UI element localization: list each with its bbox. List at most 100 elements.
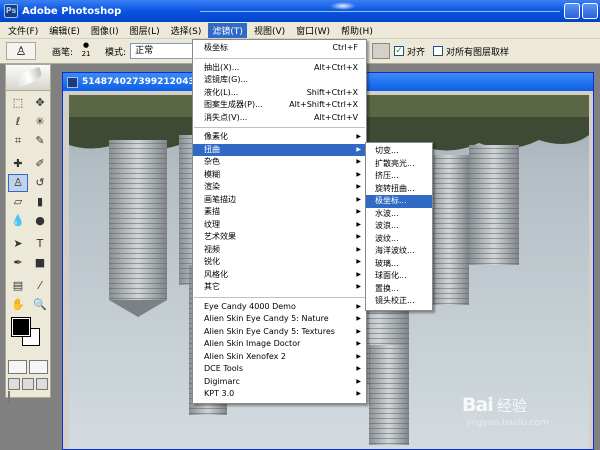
pinch-item[interactable]: 挤压... bbox=[366, 170, 432, 183]
menu-window[interactable]: 窗口(W) bbox=[292, 23, 334, 38]
menu-edit[interactable]: 编辑(E) bbox=[45, 23, 84, 38]
crop-tool-icon[interactable]: ⌗ bbox=[8, 132, 28, 150]
other-submenu-item[interactable]: 其它 ▶ bbox=[193, 281, 366, 294]
polar-coordinates-item[interactable]: 极坐标... bbox=[366, 195, 432, 208]
clone-stamp-tool-icon[interactable]: ♙ bbox=[8, 174, 28, 192]
last-filter-item[interactable]: 极坐标 Ctrl+F bbox=[193, 42, 366, 55]
menu-item-label: 扭曲 bbox=[204, 144, 220, 154]
menu-filter[interactable]: 滤镜(T) bbox=[208, 22, 247, 38]
sketch-submenu-item[interactable]: 素描 ▶ bbox=[193, 206, 366, 219]
eye-candy-textures-submenu-item[interactable]: Alien Skin Eye Candy 5: Textures ▶ bbox=[193, 326, 366, 339]
submenu-arrow-icon: ▶ bbox=[356, 195, 361, 203]
magic-wand-tool-icon[interactable]: ✳ bbox=[30, 113, 50, 131]
menu-item-label: KPT 3.0 bbox=[204, 389, 235, 398]
blur-tool-icon[interactable]: 💧 bbox=[8, 212, 28, 230]
aligned-checkbox[interactable]: ✓ bbox=[394, 46, 404, 56]
eraser-tool-icon[interactable]: ▱ bbox=[8, 193, 28, 211]
shear-item[interactable]: 切变... bbox=[366, 145, 432, 158]
noise-submenu-item[interactable]: 杂色 ▶ bbox=[193, 156, 366, 169]
slice-tool-icon[interactable]: ✎ bbox=[30, 132, 50, 150]
spherize-item[interactable]: 球面化... bbox=[366, 270, 432, 283]
quick-mask-mode-button[interactable] bbox=[29, 360, 48, 374]
shape-tool-icon[interactable]: ■ bbox=[30, 254, 50, 272]
airbrush-toggle-button[interactable] bbox=[372, 43, 390, 59]
edit-mode-row bbox=[6, 358, 50, 376]
dce-tools-submenu-item[interactable]: DCE Tools ▶ bbox=[193, 363, 366, 376]
pixelate-submenu-item[interactable]: 像素化 ▶ bbox=[193, 131, 366, 144]
brush-picker[interactable]: ● 21 bbox=[77, 41, 95, 61]
menu-help[interactable]: 帮助(H) bbox=[337, 23, 377, 38]
menu-view[interactable]: 视图(V) bbox=[250, 23, 289, 38]
submenu-arrow-icon: ▶ bbox=[356, 233, 361, 240]
ocean-ripple-item[interactable]: 海洋波纹... bbox=[366, 245, 432, 258]
standard-screen-mode-button[interactable] bbox=[8, 378, 20, 390]
eye-candy-nature-submenu-item[interactable]: Alien Skin Eye Candy 5: Nature ▶ bbox=[193, 313, 366, 326]
ripple-item[interactable]: 波纹... bbox=[366, 233, 432, 246]
menu-image[interactable]: 图像(I) bbox=[87, 23, 123, 38]
gradient-tool-icon[interactable]: ▮ bbox=[30, 193, 50, 211]
standard-mode-button[interactable] bbox=[8, 360, 27, 374]
texture-submenu-item[interactable]: 纹理 ▶ bbox=[193, 219, 366, 232]
eyedropper-tool-icon[interactable]: ⁄ bbox=[30, 277, 50, 295]
menu-item-label: 模糊 bbox=[204, 169, 220, 179]
brush-size: 21 bbox=[81, 50, 91, 58]
type-tool-icon[interactable]: T bbox=[30, 235, 50, 253]
zigzag-item[interactable]: 水波... bbox=[366, 208, 432, 221]
jump-to-imageready-button[interactable] bbox=[8, 391, 10, 403]
move-tool-icon[interactable]: ✥ bbox=[30, 94, 50, 112]
history-brush-tool-icon[interactable]: ↺ bbox=[30, 174, 50, 192]
menu-item-label: 视频 bbox=[204, 244, 220, 254]
image-doctor-submenu-item[interactable]: Alien Skin Image Doctor ▶ bbox=[193, 338, 366, 351]
render-submenu-item[interactable]: 渲染 ▶ bbox=[193, 181, 366, 194]
maximize-button[interactable] bbox=[582, 3, 598, 19]
pen-tool-icon[interactable]: ✒ bbox=[8, 254, 28, 272]
dodge-tool-icon[interactable]: ● bbox=[30, 212, 50, 230]
marquee-tool-icon[interactable]: ⬚ bbox=[8, 94, 28, 112]
tool-preset-picker[interactable]: ♙ bbox=[6, 42, 36, 60]
hand-tool-icon[interactable]: ✋ bbox=[8, 296, 28, 314]
brush-label: 画笔: bbox=[52, 47, 74, 58]
sample-all-layers-checkbox[interactable] bbox=[433, 46, 444, 56]
color-swatches bbox=[8, 317, 48, 350]
twirl-item[interactable]: 旋转扭曲... bbox=[366, 183, 432, 196]
distort-submenu-item[interactable]: 扭曲 ▶ bbox=[193, 143, 366, 156]
full-screen-mode-button[interactable] bbox=[36, 378, 48, 390]
liquify-item[interactable]: 液化(L)... Shift+Ctrl+X bbox=[193, 87, 366, 100]
foreground-color-swatch[interactable] bbox=[11, 317, 31, 337]
eye-candy-4000-submenu-item[interactable]: Eye Candy 4000 Demo ▶ bbox=[193, 301, 366, 314]
stylize-submenu-item[interactable]: 风格化 ▶ bbox=[193, 269, 366, 282]
artistic-submenu-item[interactable]: 艺术效果 ▶ bbox=[193, 231, 366, 244]
menu-layer[interactable]: 图层(L) bbox=[126, 23, 164, 38]
glass-item[interactable]: 玻璃... bbox=[366, 258, 432, 271]
diffuse-glow-item[interactable]: 扩散亮光... bbox=[366, 158, 432, 171]
digimarc-submenu-item[interactable]: Digimarc ▶ bbox=[193, 376, 366, 389]
menu-select[interactable]: 选择(S) bbox=[167, 23, 206, 38]
wave-item[interactable]: 波浪... bbox=[366, 220, 432, 233]
healing-brush-tool-icon[interactable]: ✚ bbox=[8, 155, 28, 173]
minimize-button[interactable] bbox=[564, 3, 580, 19]
zoom-tool-icon[interactable]: 🔍 bbox=[30, 296, 50, 314]
aligned-label: 对齐 bbox=[407, 47, 426, 58]
xenofex-submenu-item[interactable]: Alien Skin Xenofex 2 ▶ bbox=[193, 351, 366, 364]
brush-tool-icon[interactable]: ✐ bbox=[30, 155, 50, 173]
path-selection-tool-icon[interactable]: ➤ bbox=[8, 235, 28, 253]
submenu-arrow-icon: ▶ bbox=[356, 365, 361, 372]
pattern-maker-item[interactable]: 图案生成器(P)... Alt+Shift+Ctrl+X bbox=[193, 99, 366, 112]
tool-separator bbox=[8, 151, 50, 154]
displace-item[interactable]: 置换... bbox=[366, 283, 432, 296]
menu-item-label: Digimarc bbox=[204, 376, 240, 386]
brush-strokes-submenu-item[interactable]: 画笔描边 ▶ bbox=[193, 194, 366, 207]
filter-gallery-item[interactable]: 滤镜库(G)... bbox=[193, 74, 366, 87]
blur-submenu-item[interactable]: 模糊 ▶ bbox=[193, 169, 366, 182]
lens-correction-item[interactable]: 镜头校正... bbox=[366, 295, 432, 308]
notes-tool-icon[interactable]: ▤ bbox=[8, 277, 28, 295]
vanishing-point-item[interactable]: 消失点(V)... Alt+Ctrl+V bbox=[193, 112, 366, 125]
kpt-submenu-item[interactable]: KPT 3.0 ▶ bbox=[193, 388, 366, 401]
full-screen-menu-mode-button[interactable] bbox=[22, 378, 34, 390]
menu-file[interactable]: 文件(F) bbox=[4, 23, 42, 38]
video-submenu-item[interactable]: 视频 ▶ bbox=[193, 244, 366, 257]
sharpen-submenu-item[interactable]: 锐化 ▶ bbox=[193, 256, 366, 269]
lasso-tool-icon[interactable]: ℓ bbox=[8, 113, 28, 131]
clone-stamp-icon: ♙ bbox=[15, 44, 27, 58]
extract-item[interactable]: 抽出(X)... Alt+Ctrl+X bbox=[193, 62, 366, 75]
